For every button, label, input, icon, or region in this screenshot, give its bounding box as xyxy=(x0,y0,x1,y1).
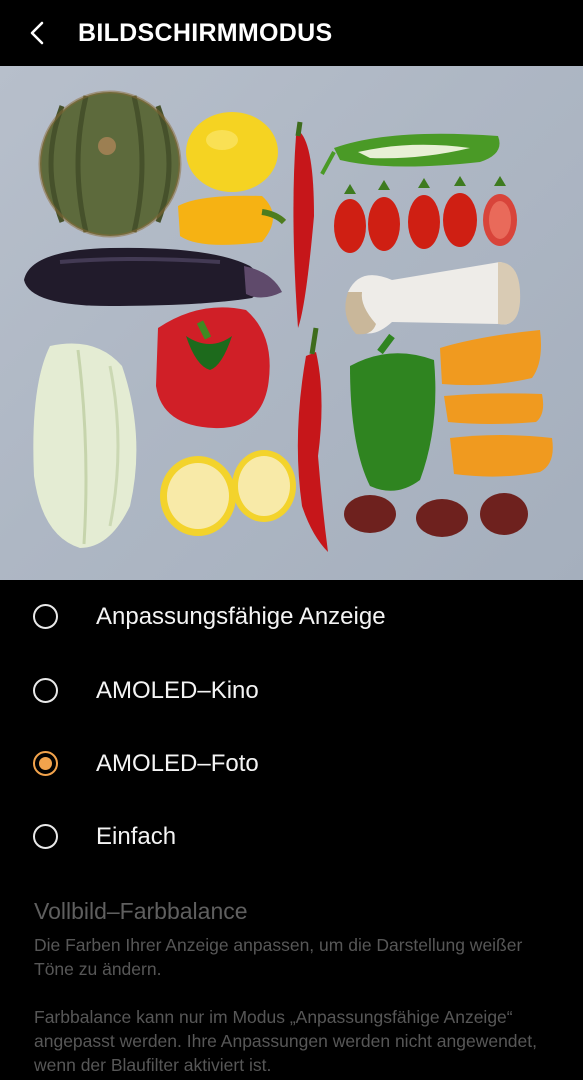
option-adaptive-display[interactable]: Anpassungsfähige Anzeige xyxy=(0,580,583,653)
radio-button[interactable] xyxy=(33,604,58,629)
preview-image xyxy=(0,66,583,580)
color-balance-title: Vollbild–Farbbalance xyxy=(34,898,248,924)
chevron-left-icon xyxy=(30,21,44,45)
pumpkin xyxy=(38,90,182,238)
option-amoled-photo[interactable]: AMOLED–Foto xyxy=(0,727,583,800)
radio-button[interactable] xyxy=(33,824,58,849)
vegetables-photo xyxy=(24,90,553,552)
option-label: AMOLED–Kino xyxy=(96,676,259,704)
radio-button[interactable] xyxy=(33,678,58,703)
radio-button-selected[interactable] xyxy=(33,751,58,776)
option-label: AMOLED–Foto xyxy=(96,749,259,777)
page-title: BILDSCHIRMMODUS xyxy=(78,18,333,47)
option-amoled-cinema[interactable]: AMOLED–Kino xyxy=(0,654,583,727)
color-balance-description: Die Farben Ihrer Anzeige anpassen, um di… xyxy=(34,935,523,979)
app-bar: BILDSCHIRMMODUS xyxy=(0,0,583,66)
color-balance-section: Vollbild–Farbbalance Die Farben Ihrer An… xyxy=(34,898,554,1077)
option-basic[interactable]: Einfach xyxy=(0,800,583,873)
color-balance-note: Farbbalance kann nur im Modus „Anpassung… xyxy=(34,1007,537,1075)
option-label: Einfach xyxy=(96,822,177,850)
option-label: Anpassungsfähige Anzeige xyxy=(96,602,386,630)
back-button[interactable] xyxy=(0,0,78,66)
